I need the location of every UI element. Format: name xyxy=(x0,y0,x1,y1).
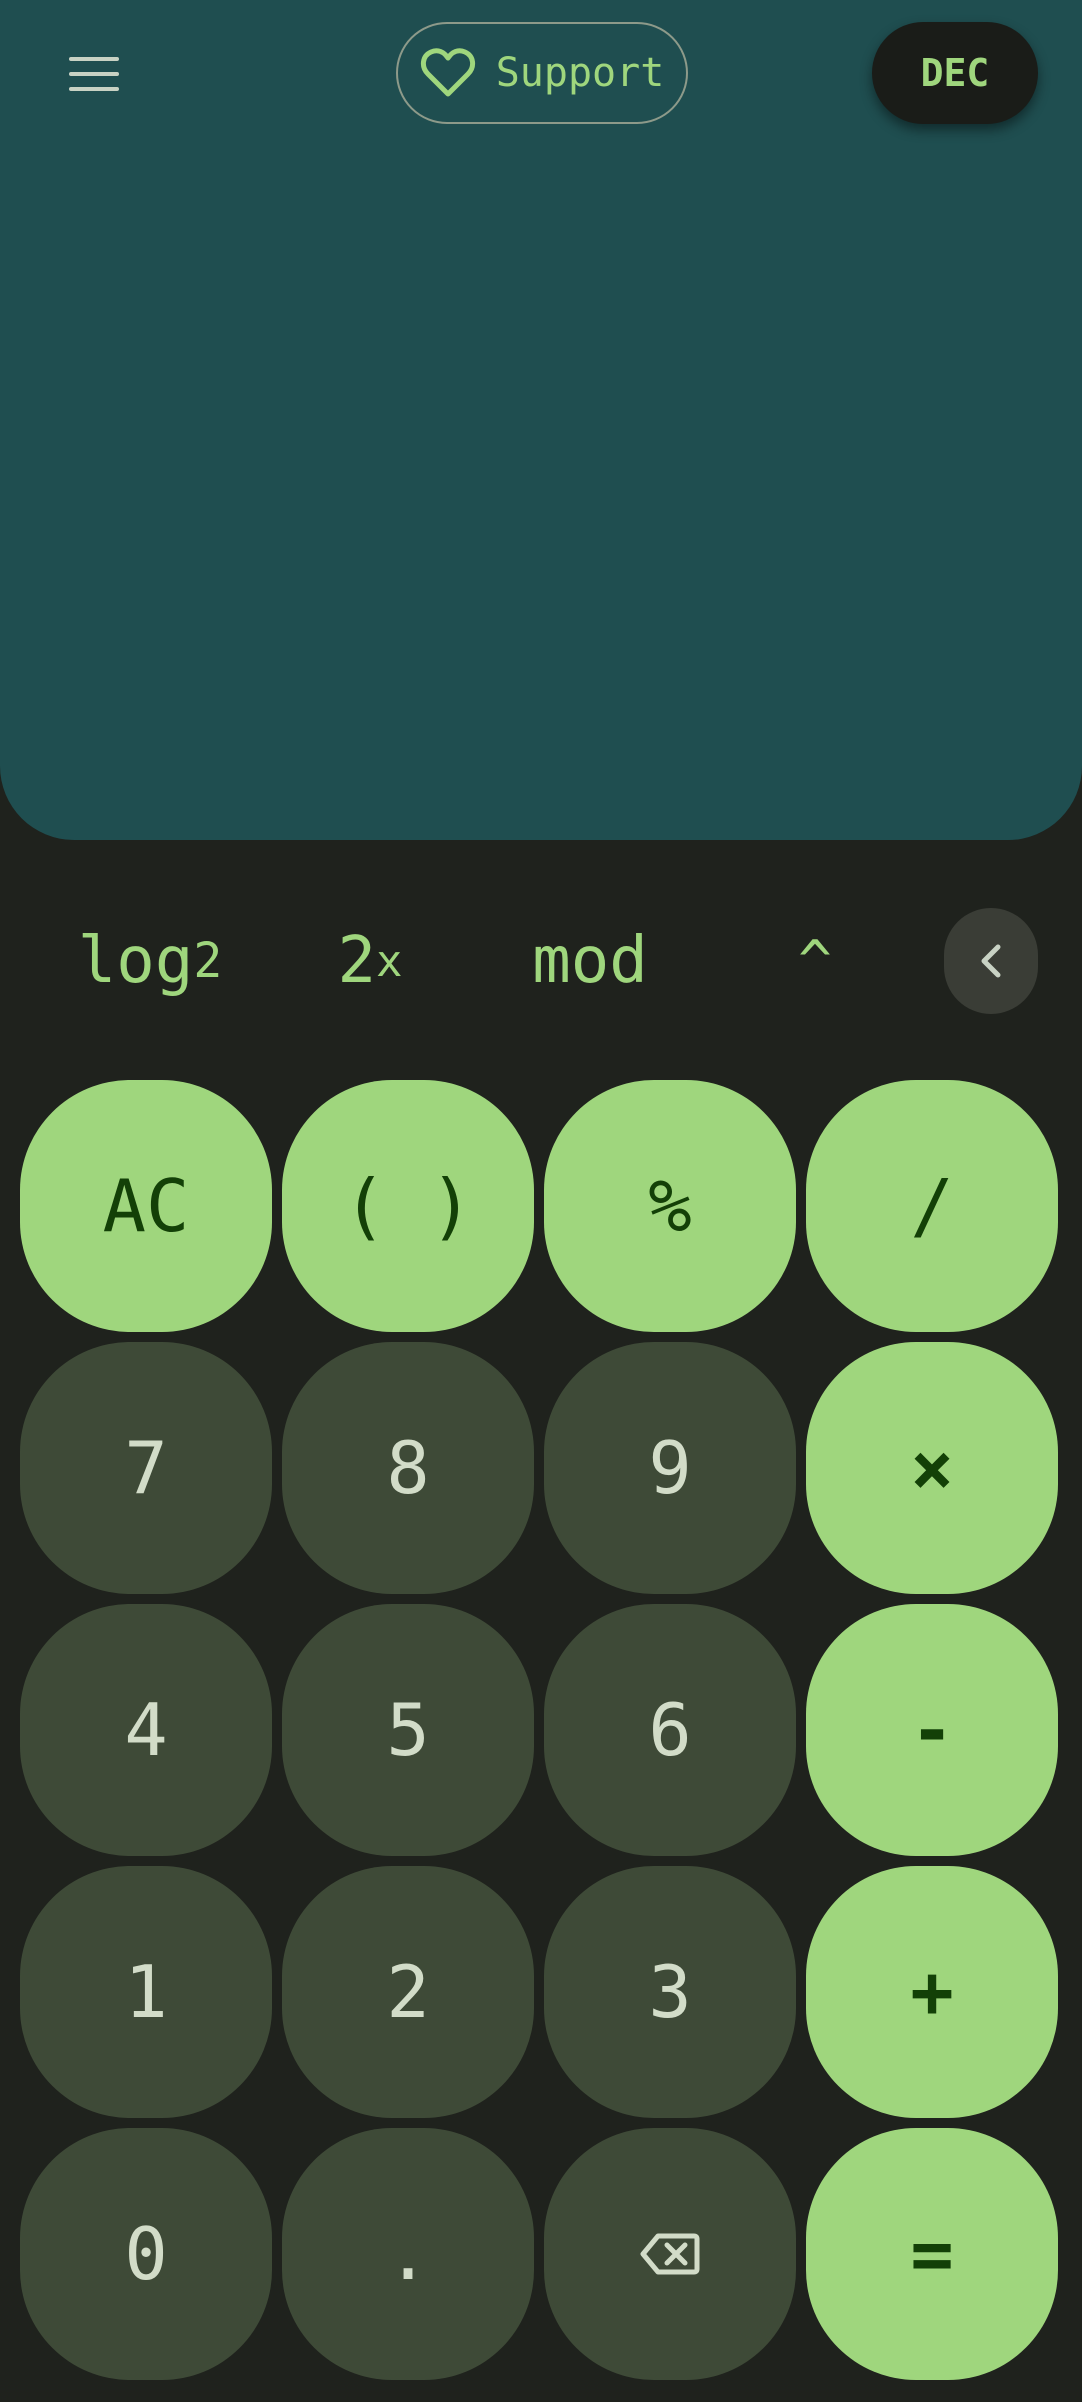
digit-8-button[interactable]: 8 xyxy=(282,1342,534,1594)
chevron-left-icon xyxy=(981,944,1001,978)
calculator-display xyxy=(0,0,1082,840)
digit-6-button[interactable]: 6 xyxy=(544,1604,796,1856)
parentheses-button[interactable]: ( ) xyxy=(282,1080,534,1332)
number-base-mode-button[interactable]: DEC xyxy=(872,22,1038,124)
backspace-button[interactable] xyxy=(544,2128,796,2380)
clear-button[interactable]: AC xyxy=(20,1080,272,1332)
menu-button[interactable] xyxy=(50,36,140,112)
log2-button[interactable]: log 2 xyxy=(60,896,240,1026)
multiply-button[interactable]: × xyxy=(806,1342,1058,1594)
power-button[interactable]: ^ xyxy=(760,896,870,1026)
heart-outline-icon xyxy=(420,48,475,97)
digit-3-button[interactable]: 3 xyxy=(544,1866,796,2118)
divide-button[interactable]: / xyxy=(806,1080,1058,1332)
hamburger-menu-icon xyxy=(69,57,119,91)
power-of-two-button[interactable]: 2x xyxy=(300,896,440,1026)
digit-1-button[interactable]: 1 xyxy=(20,1866,272,2118)
digit-9-button[interactable]: 9 xyxy=(544,1342,796,1594)
minus-button[interactable]: - xyxy=(806,1604,1058,1856)
collapse-scientific-button[interactable] xyxy=(944,908,1038,1014)
pow2-base: 2 xyxy=(337,924,377,998)
decimal-button[interactable]: . xyxy=(282,2128,534,2380)
log2-base: log xyxy=(77,924,194,998)
plus-button[interactable]: + xyxy=(806,1866,1058,2118)
digit-2-button[interactable]: 2 xyxy=(282,1866,534,2118)
log2-subscript: 2 xyxy=(193,933,223,989)
backspace-icon xyxy=(640,2233,700,2275)
equals-button[interactable]: = xyxy=(806,2128,1058,2380)
keypad: AC ( ) % / 7 8 9 × 4 5 6 - 1 2 3 + 0 . = xyxy=(20,1080,1062,2380)
pow2-exponent: x xyxy=(376,935,403,987)
digit-7-button[interactable]: 7 xyxy=(20,1342,272,1594)
mod-button[interactable]: mod xyxy=(500,896,680,1026)
digit-5-button[interactable]: 5 xyxy=(282,1604,534,1856)
digit-0-button[interactable]: 0 xyxy=(20,2128,272,2380)
digit-4-button[interactable]: 4 xyxy=(20,1604,272,1856)
percent-button[interactable]: % xyxy=(544,1080,796,1332)
scientific-functions-row: log 2 2x mod ^ xyxy=(0,896,1082,1026)
support-button[interactable]: Support xyxy=(396,22,688,124)
support-label: Support xyxy=(495,50,665,96)
